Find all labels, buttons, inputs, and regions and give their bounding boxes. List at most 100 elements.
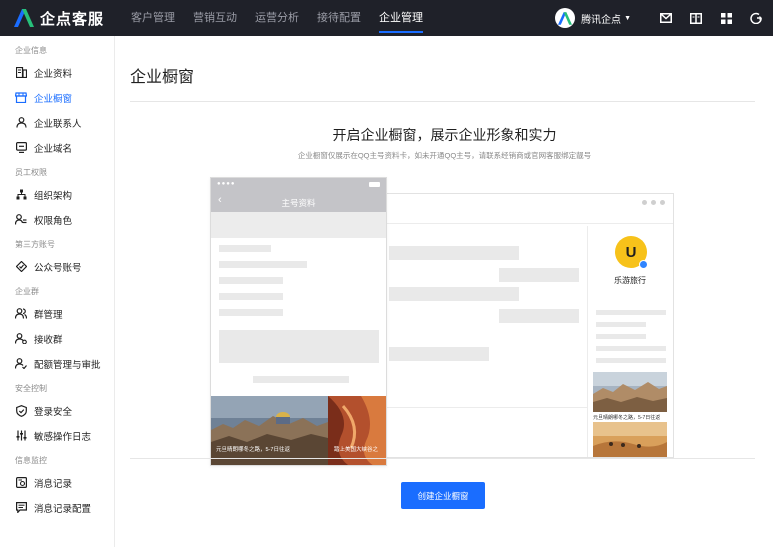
verified-badge-icon [639,260,648,269]
sidebar-item-enterprise-profile[interactable]: 企业资料 [0,60,114,85]
sidebar-item-message-config[interactable]: 消息记录配置 [0,495,114,520]
sidebar-group-title: 企业群 [15,287,39,296]
browser-mockup: U 乐游旅行 元旦晴朗哪冬之路，5-7日往返 [380,193,674,458]
sidebar-group-title: 信息监控 [15,456,47,465]
sidebar-item-enterprise-showcase[interactable]: 企业橱窗 [0,85,114,110]
brand-logo: U [615,236,647,268]
card-caption: 元旦晴朗哪冬之路，5-7日往返 [593,415,661,421]
card-name: 乐游旅行 [614,276,646,285]
account-avatar [555,8,576,28]
sidebar-item-label: 企业资料 [34,68,73,80]
sidebar-item-label: 敏感操作日志 [34,431,92,443]
phone-title: 主号资料 [281,198,316,208]
sidebar-group-title: 企业信息 [15,46,47,55]
sidebar-item-label: 消息记录配置 [34,503,92,515]
brand-name: 企点客服 [40,10,105,28]
mail-icon[interactable] [657,9,675,27]
placeholder-bar [596,346,666,351]
browser-toolbar [381,194,673,224]
travel-photo [593,372,667,412]
sidebar-item-org-structure[interactable]: 组织架构 [0,182,114,207]
account-logo-icon [558,11,573,25]
brand[interactable]: 企点客服 [14,8,122,29]
nav-reception-config[interactable]: 接待配置 [308,0,370,36]
title-divider [130,101,755,102]
sidebar-item-login-security[interactable]: 登录安全 [0,398,114,423]
sidebar-item-label: 消息记录 [34,478,73,490]
placeholder-bar [253,376,349,383]
bottom-divider [130,458,755,459]
showcase-illustration: U 乐游旅行 元旦晴朗哪冬之路，5-7日往返 ●●●● ‹ 主号资料 元旦晴朗哪… [116,36,773,547]
brand-logo-icon [14,9,34,27]
group-icon [15,308,27,320]
sidebar-group-title: 第三方账号 [15,240,55,249]
back-arrow-icon: ‹ [218,194,222,206]
placeholder-bar [596,322,646,327]
battery-icon [369,182,380,187]
photo-caption: 踏上美国大峡谷之 [334,447,379,453]
sidebar-item-permission-roles[interactable]: 权限角色 [0,207,114,232]
nav-enterprise-management[interactable]: 企业管理 [370,0,432,36]
top-right-tools: 腾讯企点 ▼ [555,0,773,36]
sidebar-item-label: 配额管理与审批 [34,359,101,371]
sidebar-item-label: 组织架构 [34,190,73,202]
hero-title: 开启企业橱窗，展示企业形象和实力 [332,127,557,143]
nav-marketing[interactable]: 营销互动 [184,0,246,36]
sidebar-item-quota-approval[interactable]: 配额管理与审批 [0,351,114,376]
phone-nav-bar: ‹ 主号资料 [211,192,386,212]
main-content: 企业橱窗 开启企业橱窗，展示企业形象和实力 企业橱窗仅展示在QQ主号资料卡，如未… [116,36,773,547]
quota-icon [15,358,27,370]
signal-icon: ●●●● [217,181,236,187]
shield-icon [15,404,27,417]
logout-icon[interactable] [747,9,765,27]
placeholder-bar [389,287,519,301]
sidebar-item-label: 企业联系人 [34,118,82,130]
sidebar: 企业信息 企业资料 企业橱窗 企业联系人 企业域名 员工权限 组织架构 权限角色… [0,36,115,547]
sidebar-item-sensitive-log[interactable]: 敏感操作日志 [0,423,114,448]
grid-icon[interactable] [717,9,735,27]
sidebar-group-title: 安全控制 [15,384,47,393]
desert-photo [593,422,667,457]
sidebar-item-message-records[interactable]: 消息记录 [0,470,114,495]
account-menu[interactable]: 腾讯企点 ▼ [555,8,631,28]
sidebar-group-title: 员工权限 [15,168,47,177]
sidebar-item-enterprise-domain[interactable]: 企业域名 [0,135,114,160]
placeholder-bar [219,277,283,284]
window-dots-icon [638,200,665,205]
sidebar-item-label: 权限角色 [34,215,73,227]
sidebar-item-label: 企业域名 [34,143,73,155]
account-name: 腾讯企点 [581,14,622,26]
nav-analytics[interactable]: 运营分析 [246,0,308,36]
page-title: 企业橱窗 [130,69,195,86]
phone-status-bar: ●●●● [211,178,386,192]
phone-mockup: ●●●● ‹ 主号资料 元旦晴朗哪冬之路，5-7日往返 踏上美国大峡谷之 [210,177,387,466]
placeholder-bar [389,347,489,361]
message-record-icon [15,477,27,489]
sidebar-item-enterprise-contacts[interactable]: 企业联系人 [0,110,114,135]
sidebar-item-group-management[interactable]: 群管理 [0,301,114,326]
placeholder-bar [219,245,271,252]
placeholder-bar [596,334,646,339]
placeholder-bar [219,293,283,300]
profile-icon [15,67,27,79]
placeholder-bar [219,309,283,316]
nav-customer-management[interactable]: 客户管理 [122,0,184,36]
sidebar-item-label: 公众号账号 [34,262,82,274]
hero-subtitle: 企业橱窗仅展示在QQ主号资料卡，如未开通QQ主号，请联系经销商或官网客服绑定靓号 [297,151,592,160]
placeholder-bar [389,246,519,260]
main-nav: 客户管理 营销互动 运营分析 接待配置 企业管理 [122,0,432,36]
contacts-icon [15,117,27,129]
placeholder-bar [596,310,666,315]
official-account-icon [15,261,27,273]
sidebar-item-label: 登录安全 [34,406,73,418]
create-showcase-button[interactable]: 创建企业橱窗 [401,482,485,509]
book-icon[interactable] [687,9,705,27]
divider [381,407,587,408]
sidebar-item-receive-group[interactable]: 接收群 [0,326,114,351]
org-chart-icon [15,189,27,201]
sidebar-item-label: 群管理 [34,309,63,321]
storefront-icon [15,92,27,104]
receive-group-icon [15,333,27,345]
sidebar-item-official-account[interactable]: 公众号账号 [0,254,114,279]
chevron-down-icon: ▼ [624,14,631,22]
